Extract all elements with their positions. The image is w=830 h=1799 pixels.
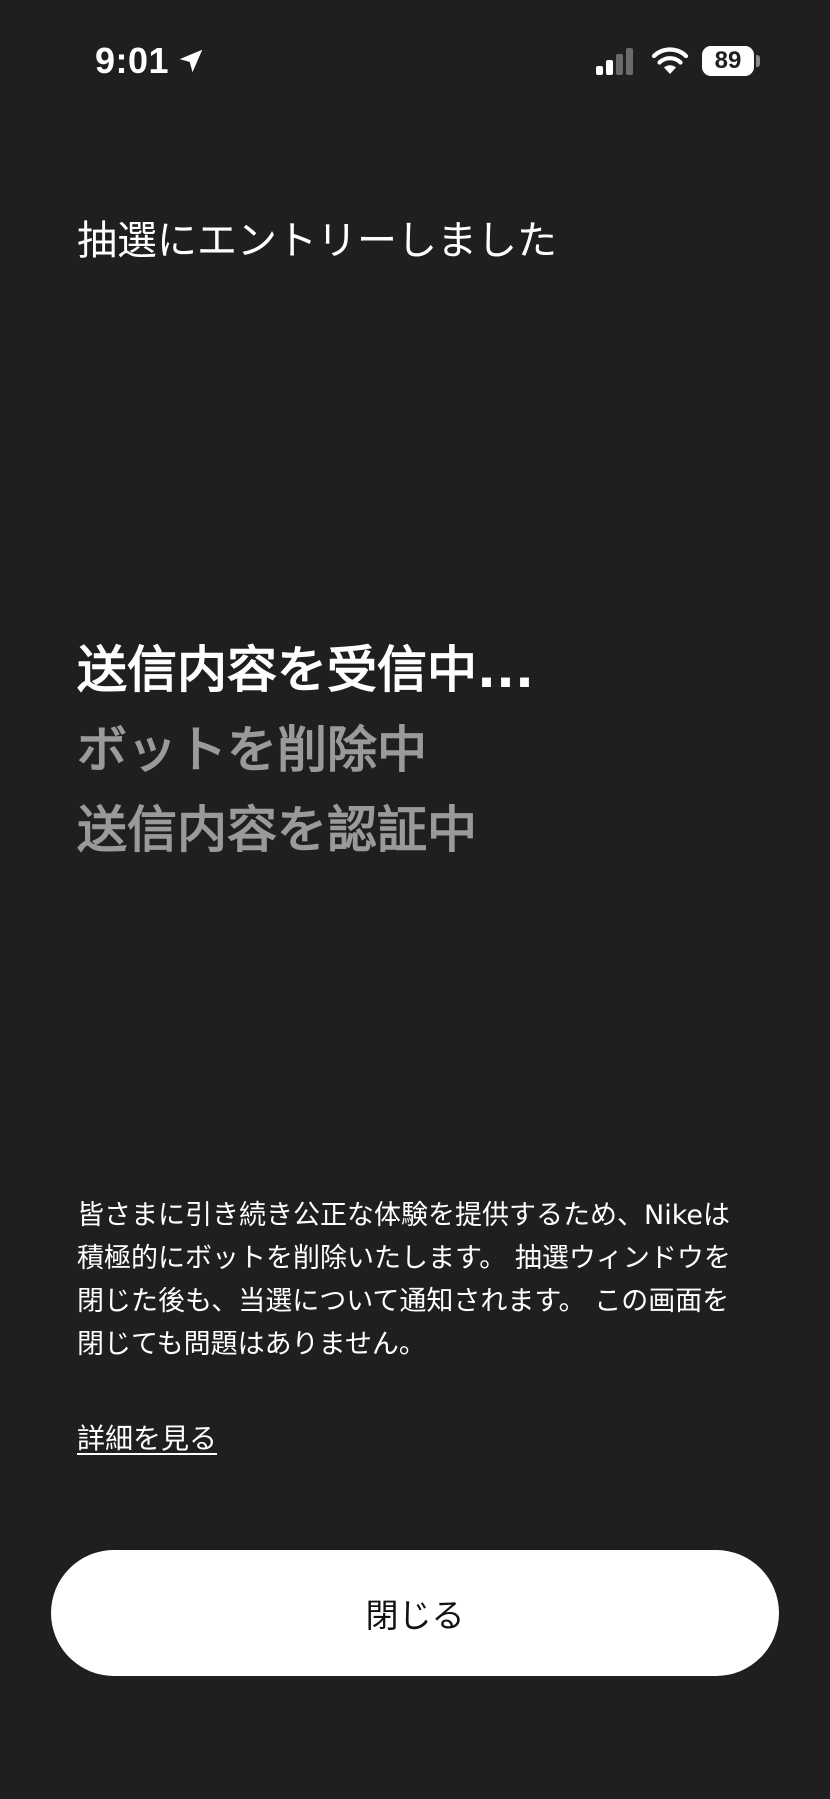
wifi-icon [651, 47, 689, 74]
battery-icon: 89 [702, 46, 754, 76]
step-removing-bots: ボットを削除中 [77, 721, 427, 779]
step-verifying: 送信内容を認証中 [77, 801, 477, 859]
step-receiving: 送信内容を受信中... [77, 641, 534, 699]
location-arrow-icon [179, 49, 203, 73]
status-time: 9:01 [95, 40, 170, 81]
cellular-signal-icon [596, 48, 633, 75]
status-bar: 9:01 89 [0, 0, 830, 120]
battery-level: 89 [714, 47, 742, 74]
page-title: 抽選にエントリーしました [77, 218, 557, 264]
close-button[interactable]: 閉じる [51, 1550, 779, 1676]
entry-confirmation-screen: 9:01 89 抽選にエントリーしました 送信内容を受信中... ボットを削除中… [0, 0, 830, 1799]
progress-steps: 送信内容を受信中... ボットを削除中 送信内容を認証中 [77, 630, 534, 870]
battery-cap [756, 55, 760, 67]
info-description: 皆さまに引き続き公正な体験を提供するため、Nikeは積極的にボットを削除いたしま… [77, 1200, 731, 1360]
details-link[interactable]: 詳細を見る [77, 1417, 217, 1457]
